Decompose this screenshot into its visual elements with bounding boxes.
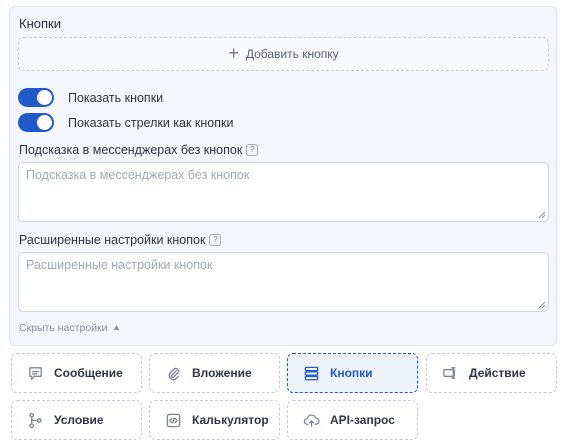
show-buttons-row: Показать кнопки bbox=[18, 88, 163, 107]
block-label: Вложение bbox=[192, 366, 252, 380]
action-icon bbox=[441, 364, 459, 382]
block-label: Калькулятор bbox=[192, 413, 269, 427]
block-condition[interactable]: Условие bbox=[11, 400, 142, 440]
block-label: API-запрос bbox=[330, 413, 395, 427]
plus-icon: + bbox=[228, 43, 239, 63]
code-icon bbox=[164, 411, 182, 429]
block-calculator[interactable]: Калькулятор bbox=[149, 400, 280, 440]
resize-handle-icon[interactable] bbox=[538, 301, 546, 309]
block-action[interactable]: Действие bbox=[426, 353, 557, 393]
buttons-icon bbox=[302, 364, 320, 382]
help-icon[interactable]: ? bbox=[209, 234, 222, 246]
block-api-request[interactable]: API-запрос bbox=[287, 400, 418, 440]
advanced-field-label: Расширенные настройки кнопок ? bbox=[19, 233, 222, 247]
block-label: Кнопки bbox=[330, 366, 373, 380]
block-buttons[interactable]: Кнопки bbox=[287, 353, 418, 393]
block-label: Сообщение bbox=[54, 366, 123, 380]
paperclip-icon bbox=[164, 364, 182, 382]
add-button-button[interactable]: + Добавить кнопку bbox=[18, 37, 549, 71]
advanced-textarea[interactable]: Расширенные настройки кнопок bbox=[18, 252, 549, 312]
panel-title: Кнопки bbox=[19, 16, 61, 31]
hide-settings-link[interactable]: Скрыть настройки ▼ bbox=[19, 322, 121, 334]
block-label: Условие bbox=[54, 413, 104, 427]
advanced-label-text: Расширенные настройки кнопок bbox=[19, 233, 206, 247]
toggle-knob bbox=[37, 90, 52, 105]
show-arrows-row: Показать стрелки как кнопки bbox=[18, 113, 233, 132]
cloud-upload-icon bbox=[302, 411, 320, 429]
hint-textarea[interactable]: Подсказка в мессенджерах без кнопок bbox=[18, 162, 549, 222]
chevron-up-icon: ▼ bbox=[112, 323, 122, 333]
show-buttons-label: Показать кнопки bbox=[68, 90, 164, 105]
add-button-label: Добавить кнопку bbox=[245, 47, 339, 61]
hint-label-text: Подсказка в мессенджерах без кнопок bbox=[19, 143, 243, 157]
resize-handle-icon[interactable] bbox=[538, 211, 546, 219]
hint-field-label: Подсказка в мессенджерах без кнопок ? bbox=[19, 143, 259, 157]
show-arrows-label: Показать стрелки как кнопки bbox=[68, 115, 234, 130]
show-buttons-toggle[interactable] bbox=[18, 88, 54, 107]
block-attachment[interactable]: Вложение bbox=[149, 353, 280, 393]
advanced-placeholder: Расширенные настройки кнопок bbox=[26, 258, 213, 272]
message-icon bbox=[26, 364, 44, 382]
block-label: Действие bbox=[469, 366, 526, 380]
branch-icon bbox=[26, 411, 44, 429]
block-message[interactable]: Сообщение bbox=[11, 353, 142, 393]
buttons-settings-panel: Кнопки + Добавить кнопку Показать кнопки… bbox=[9, 6, 557, 346]
help-icon[interactable]: ? bbox=[246, 144, 259, 156]
hide-settings-label: Скрыть настройки bbox=[19, 322, 108, 334]
toggle-knob bbox=[37, 115, 52, 130]
show-arrows-toggle[interactable] bbox=[18, 113, 54, 132]
hint-placeholder: Подсказка в мессенджерах без кнопок bbox=[26, 168, 250, 182]
